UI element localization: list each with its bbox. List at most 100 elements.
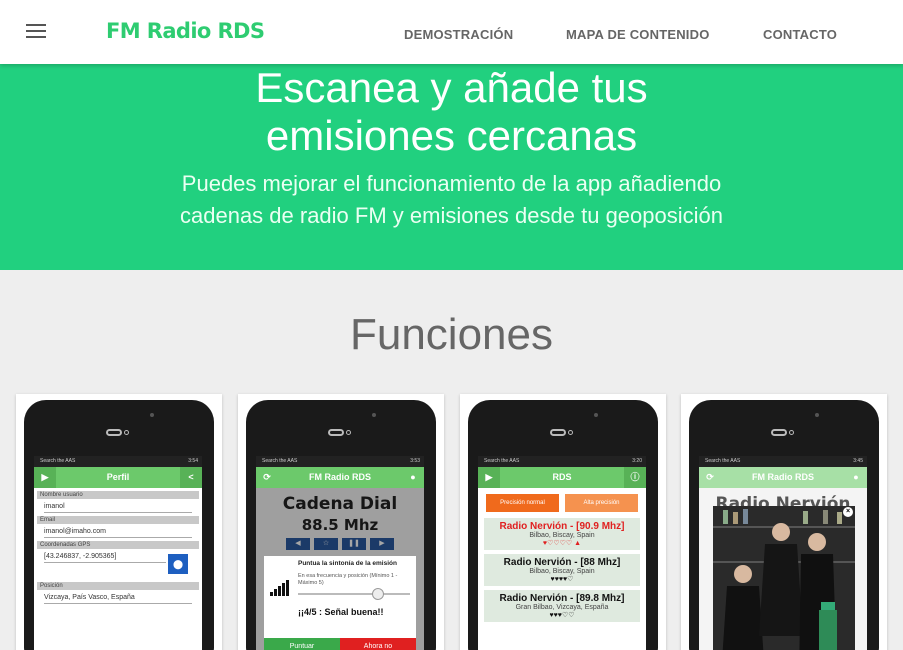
phone-screen: Search the AAS 3:53 ⟳ FM Radio RDS ● Cade… — [256, 456, 424, 650]
hero-subtitle: Puedes mejorar el funcionamiento de la a… — [0, 168, 903, 232]
field-label-email: Email — [37, 516, 199, 524]
rating-hearts-icon: ♥♥♥♥♡ — [550, 576, 574, 583]
info-icon[interactable]: ⓘ — [624, 467, 646, 488]
phone-mockup: Search the AAS 3:53 ⟳ FM Radio RDS ● Cade… — [246, 400, 436, 650]
feature-card-dial[interactable]: Search the AAS 3:53 ⟳ FM Radio RDS ● Cade… — [238, 394, 444, 650]
share-icon[interactable]: < — [180, 467, 202, 488]
normal-precision-button[interactable]: Precisión normal — [486, 494, 559, 512]
ad-photo-illustration — [713, 506, 855, 650]
app-bar: ⟳ FM Radio RDS ● — [256, 467, 424, 488]
phone-mockup: Search the AAS 3:54 ▶ Perfil < Nombre usu… — [24, 400, 214, 650]
camera-dot — [150, 413, 154, 417]
app-bar-title: FM Radio RDS — [752, 472, 814, 482]
statusbar-search: Search the AAS — [705, 458, 741, 464]
rating-hearts-icon: ♥♡♡♡♡ ▲ — [542, 540, 582, 547]
speaker-icon — [106, 429, 122, 436]
camera-dot — [594, 413, 598, 417]
camera-dot — [815, 413, 819, 417]
statusbar-time: 3:54 — [188, 458, 198, 464]
brand-logo[interactable]: FM Radio RDS — [106, 19, 265, 43]
statusbar: Search the AAS 3:53 — [256, 456, 424, 467]
username-field[interactable]: imanol — [44, 503, 192, 513]
hero-subtitle-line1: Puedes mejorar el funcionamiento de la a… — [181, 171, 722, 196]
app-bar: ⟳ FM Radio RDS ● — [699, 467, 867, 488]
app-bar: ▶ RDS ⓘ — [478, 467, 646, 488]
feature-card-nervion[interactable]: Search the AAS 3:45 ⟳ FM Radio RDS ● Radi… — [681, 394, 887, 650]
rating-hearts-icon: ♥♥♥♡♡ — [549, 612, 575, 619]
sensor-icon — [789, 430, 794, 435]
top-navbar: FM Radio RDS DEMOSTRACIÓN MAPA DE CONTEN… — [0, 0, 903, 64]
hero-subtitle-line2: cadenas de radio FM y emisiones desde tu… — [180, 203, 723, 228]
hero-title-line1: Escanea y añade tus — [255, 64, 648, 111]
phone-mockup: Search the AAS 3:45 ⟳ FM Radio RDS ● Radi… — [689, 400, 879, 650]
list-item[interactable]: Radio Nervión - [88 Mhz] Bilbao, Biscay,… — [484, 554, 640, 586]
hero-title-line2: emisiones cercanas — [265, 112, 638, 159]
field-label-username: Nombre usuario — [37, 491, 199, 499]
field-label-gps: Coordenadas GPS — [37, 541, 199, 549]
phone-screen: Search the AAS 3:20 ▶ RDS ⓘ Precisión nor… — [478, 456, 646, 650]
app-bar-title: Perfil — [106, 472, 130, 482]
station-title: Radio Nervión - [89.8 Mhz] — [499, 593, 625, 604]
speaker-icon — [550, 429, 566, 436]
close-icon[interactable]: × — [843, 507, 853, 517]
field-label-position: Posición — [37, 582, 199, 590]
gps-row: [43.246837, -2.905365] ⬤ — [34, 553, 202, 579]
station-title: Radio Nervión - [90.9 Mhz] — [499, 521, 625, 532]
signal-strength-icon — [270, 578, 290, 596]
rating-dialog: Puntua la sintonía de la emisión En esa … — [264, 556, 416, 650]
nav-link-demostracion[interactable]: DEMOSTRACIÓN — [404, 27, 513, 42]
not-now-button[interactable]: Ahora no — [340, 638, 416, 650]
statusbar-time: 3:20 — [632, 458, 642, 464]
hero-banner: Escanea y añade tus emisiones cercanas P… — [0, 64, 903, 270]
rating-slider-handle[interactable] — [372, 588, 384, 600]
rating-slider-track[interactable] — [298, 593, 410, 595]
station-location: Bilbao, Biscay, Spain — [529, 532, 595, 539]
speaker-icon — [771, 429, 787, 436]
precision-buttons: Precisión normal Alta precisión — [478, 488, 646, 516]
camera-dot — [372, 413, 376, 417]
statusbar-search: Search the AAS — [40, 458, 76, 464]
phone-mockup: Search the AAS 3:20 ▶ RDS ⓘ Precisión nor… — [468, 400, 658, 650]
dialog-subtitle: En esa frecuencia y posición (Mínimo 1 -… — [298, 573, 398, 586]
hero-title: Escanea y añade tus emisiones cercanas — [0, 64, 903, 160]
refresh-icon[interactable]: ⟳ — [699, 467, 721, 488]
list-item[interactable]: Radio Nervión - [89.8 Mhz] Gran Bilbao, … — [484, 590, 640, 622]
app-bar-title: FM Radio RDS — [309, 472, 371, 482]
app-bar-title: RDS — [552, 472, 572, 482]
rate-button[interactable]: Puntuar — [264, 638, 340, 650]
station-location: Gran Bilbao, Vizcaya, España — [515, 604, 609, 611]
statusbar-time: 3:45 — [853, 458, 863, 464]
list-item[interactable]: Radio Nervión - [90.9 Mhz] Bilbao, Bisca… — [484, 518, 640, 550]
play-icon[interactable]: ▶ — [478, 467, 500, 488]
refresh-icon[interactable]: ⟳ — [256, 467, 278, 488]
statusbar: Search the AAS 3:54 — [34, 456, 202, 467]
dialog-title: Puntua la sintonía de la emisión — [298, 560, 397, 567]
user-icon[interactable]: ● — [845, 467, 867, 488]
location-pin-icon[interactable]: ⬤ — [168, 554, 188, 574]
nav-link-contacto[interactable]: CONTACTO — [763, 27, 837, 42]
feature-card-perfil[interactable]: Search the AAS 3:54 ▶ Perfil < Nombre usu… — [16, 394, 222, 650]
position-field[interactable]: Vizcaya, País Vasco, España — [44, 594, 192, 604]
play-icon[interactable]: ▶ — [34, 467, 56, 488]
app-bar: ▶ Perfil < — [34, 467, 202, 488]
nav-link-mapa-contenido[interactable]: MAPA DE CONTENIDO — [566, 27, 710, 42]
sensor-icon — [346, 430, 351, 435]
rating-score: ¡¡4/5 : Señal buena!! — [298, 607, 384, 617]
section-title-funciones: Funciones — [349, 310, 553, 359]
feature-card-rds[interactable]: Search the AAS 3:20 ▶ RDS ⓘ Precisión nor… — [460, 394, 666, 650]
sensor-icon — [124, 430, 129, 435]
gps-field[interactable]: [43.246837, -2.905365] — [44, 553, 166, 563]
user-icon[interactable]: ● — [402, 467, 424, 488]
phone-screen: Search the AAS 3:45 ⟳ FM Radio RDS ● Radi… — [699, 456, 867, 650]
statusbar: Search the AAS 3:20 — [478, 456, 646, 467]
high-precision-button[interactable]: Alta precisión — [565, 494, 638, 512]
ad-image[interactable]: × — [713, 506, 855, 650]
statusbar: Search the AAS 3:45 — [699, 456, 867, 467]
statusbar-time: 3:53 — [410, 458, 420, 464]
station-title: Radio Nervión - [88 Mhz] — [503, 557, 621, 568]
phone-screen: Search the AAS 3:54 ▶ Perfil < Nombre usu… — [34, 456, 202, 650]
hamburger-menu-icon[interactable] — [26, 24, 46, 40]
email-field[interactable]: imanol@imaho.com — [44, 528, 192, 538]
sensor-icon — [568, 430, 573, 435]
dialog-buttons: Puntuar Ahora no — [264, 638, 416, 650]
